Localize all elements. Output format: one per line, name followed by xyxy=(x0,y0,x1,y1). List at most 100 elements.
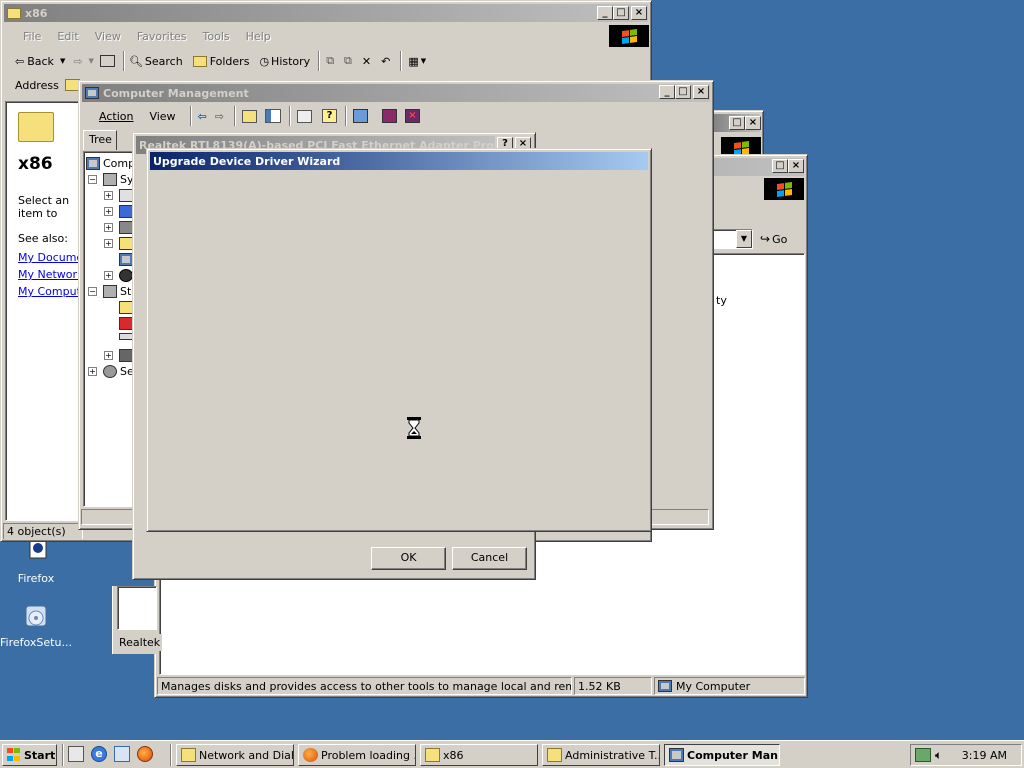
task-administrative-tools[interactable]: Administrative T... xyxy=(542,744,660,766)
network-tray-icon[interactable] xyxy=(915,748,931,762)
task-label: Network and Dial... xyxy=(199,748,294,762)
address-combo[interactable]: ▼ xyxy=(710,229,753,249)
toolbar-separator xyxy=(318,51,321,71)
copy-to-icon[interactable]: ⧉ xyxy=(344,54,352,68)
maximize-icon[interactable]: □ xyxy=(675,85,691,99)
task-computer-management[interactable]: Computer Man... xyxy=(664,744,780,766)
status-zone-label: My Computer xyxy=(676,679,751,693)
chevron-down-icon[interactable]: ▼ xyxy=(89,57,94,65)
background-window-c[interactable]: □ × xyxy=(708,110,764,160)
start-button[interactable]: Start xyxy=(2,744,57,766)
back-label: Back xyxy=(27,54,54,68)
menu-file[interactable]: File xyxy=(15,30,49,43)
tab-tree[interactable]: Tree xyxy=(83,130,117,150)
menu-view[interactable]: View xyxy=(141,110,183,123)
move-to-icon[interactable]: ⧉ xyxy=(326,54,334,68)
task-problem-loading[interactable]: Problem loading ... xyxy=(298,744,416,766)
properties-icon[interactable] xyxy=(297,109,312,123)
disable-device-icon[interactable]: × xyxy=(405,109,420,123)
collapse-icon[interactable]: − xyxy=(88,175,97,184)
start-label: Start xyxy=(24,748,56,762)
administrative-tools-icon xyxy=(547,748,562,762)
status-bar: 4 object(s) xyxy=(3,523,83,539)
show-desktop-icon[interactable] xyxy=(68,746,84,762)
task-x86[interactable]: x86 xyxy=(420,744,538,766)
task-label: x86 xyxy=(443,748,464,762)
expand-icon[interactable]: + xyxy=(104,351,113,360)
forward-arrow-icon[interactable]: ⇨ xyxy=(73,55,82,68)
task-network-dialup[interactable]: Network and Dial... xyxy=(176,744,294,766)
back-button[interactable]: ⇦ Back ▼ xyxy=(15,55,65,68)
menu-edit[interactable]: Edit xyxy=(49,30,86,43)
desktop-icon-firefox-setup[interactable]: FirefoxSetu... xyxy=(0,600,72,649)
system-tray: 🔈︎ 3:19 AM xyxy=(910,744,1022,766)
outlook-express-icon[interactable] xyxy=(114,746,130,762)
expand-icon[interactable]: + xyxy=(104,239,113,248)
toolbar-separator xyxy=(400,51,403,71)
maximize-icon[interactable]: □ xyxy=(772,159,788,173)
window-titlebar[interactable]: x86 xyxy=(4,4,648,22)
help-icon[interactable]: ? xyxy=(322,109,337,123)
collapse-icon[interactable]: − xyxy=(88,287,97,296)
minimize-icon[interactable]: _ xyxy=(659,85,675,99)
menu-favorites[interactable]: Favorites xyxy=(129,30,195,43)
close-icon[interactable]: × xyxy=(788,159,804,173)
removable-storage-icon xyxy=(119,349,133,362)
desktop-icon-firefox[interactable]: Firefox xyxy=(0,536,72,585)
close-icon[interactable]: × xyxy=(693,85,709,99)
storage-icon xyxy=(103,285,117,298)
folder-description: Select an item to view its description. xyxy=(18,194,80,222)
window-controls: _ □ × xyxy=(595,6,647,20)
maximize-icon[interactable]: □ xyxy=(729,116,745,130)
minimize-icon[interactable]: _ xyxy=(597,6,613,20)
upgrade-driver-wizard[interactable]: Upgrade Device Driver Wizard xyxy=(146,148,652,532)
window-controls: □ × xyxy=(727,116,761,130)
history-button[interactable]: ◷ History xyxy=(259,55,310,68)
menu-view[interactable]: View xyxy=(87,30,129,43)
clock[interactable]: 3:19 AM xyxy=(962,749,1007,762)
wizard-titlebar[interactable]: Upgrade Device Driver Wizard xyxy=(150,152,648,170)
undo-icon[interactable]: ↶ xyxy=(381,55,390,68)
folders-button[interactable]: Folders xyxy=(192,54,250,68)
menu-help[interactable]: Help xyxy=(238,30,279,43)
expand-icon[interactable]: + xyxy=(104,271,113,280)
expand-icon[interactable]: + xyxy=(88,367,97,376)
expand-icon[interactable]: + xyxy=(104,191,113,200)
ok-button[interactable]: OK xyxy=(371,547,446,570)
go-button[interactable]: ↪ Go xyxy=(760,229,787,249)
chevron-down-icon[interactable]: ▼ xyxy=(421,57,426,65)
up-folder-icon[interactable] xyxy=(99,55,115,67)
folders-label: Folders xyxy=(209,54,250,68)
scan-hardware-icon[interactable] xyxy=(353,109,368,123)
close-icon[interactable]: × xyxy=(745,116,761,130)
back-arrow-icon[interactable]: ⇦ xyxy=(198,110,207,123)
link-my-documents[interactable]: My Documents xyxy=(18,249,80,266)
close-icon[interactable]: × xyxy=(631,6,647,20)
link-my-computer[interactable]: My Computer xyxy=(18,283,80,300)
windows-logo-icon xyxy=(609,25,649,47)
menu-tools[interactable]: Tools xyxy=(195,30,238,43)
views-icon[interactable]: ▦ xyxy=(408,55,418,68)
menu-action[interactable]: Action xyxy=(85,110,141,123)
cancel-button[interactable]: Cancel xyxy=(452,547,527,570)
chevron-down-icon[interactable]: ▼ xyxy=(736,230,752,248)
search-button[interactable]: 🔍︎ Search xyxy=(129,55,183,68)
address-label: Address xyxy=(15,78,59,92)
toolbar-separator xyxy=(345,106,347,126)
uninstall-device-icon[interactable] xyxy=(382,109,397,123)
expand-icon[interactable]: + xyxy=(104,223,113,232)
link-my-network-places[interactable]: My Network Places xyxy=(18,266,80,283)
delete-icon[interactable]: ✕ xyxy=(362,55,371,68)
internet-explorer-icon[interactable]: e xyxy=(91,746,107,762)
background-tab-pane xyxy=(117,586,157,630)
expand-icon[interactable]: + xyxy=(104,207,113,216)
firefox-icon[interactable] xyxy=(137,746,153,762)
tab-realtek[interactable]: Realtek xyxy=(117,634,163,651)
volume-icon[interactable]: 🔈︎ xyxy=(935,748,942,763)
up-level-icon[interactable] xyxy=(242,109,257,123)
forward-arrow-icon[interactable]: ⇨ xyxy=(215,110,224,123)
folder-heading: x86 xyxy=(18,154,53,174)
maximize-icon[interactable]: □ xyxy=(613,6,629,20)
show-tree-icon[interactable] xyxy=(265,109,281,123)
window-titlebar[interactable]: Computer Management xyxy=(82,84,710,102)
